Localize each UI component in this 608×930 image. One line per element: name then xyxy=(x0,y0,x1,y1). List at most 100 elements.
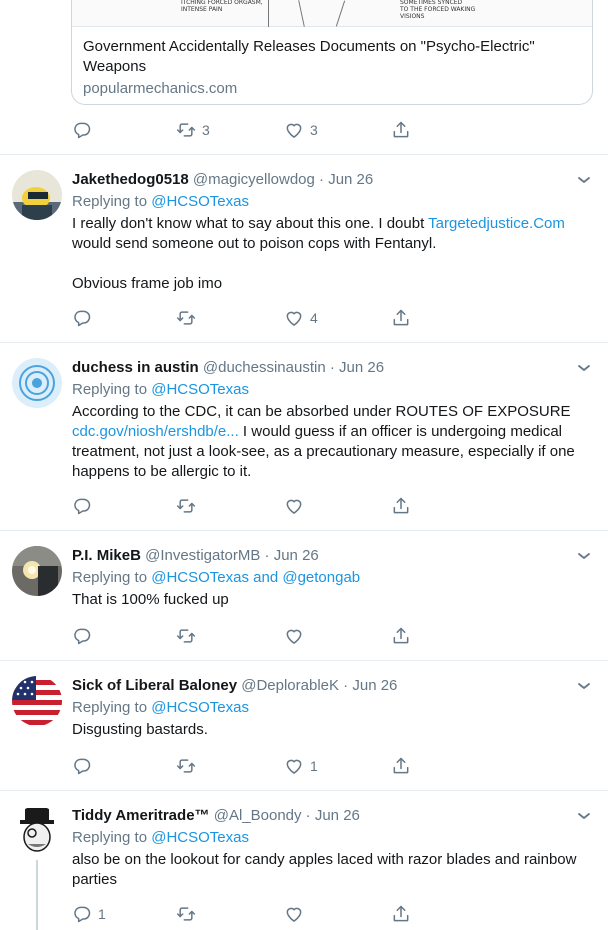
tweet-actions: 1 xyxy=(72,902,412,926)
like-button[interactable]: 3 xyxy=(284,118,318,142)
mention-link[interactable]: @HCSOTexas xyxy=(151,829,249,846)
reply-count: 1 xyxy=(98,906,106,922)
tweet-date[interactable]: Jun 26 xyxy=(352,677,397,694)
separator: · xyxy=(301,807,315,824)
share-button[interactable] xyxy=(391,754,411,778)
mention-link[interactable]: @HCSOTexas xyxy=(151,569,249,586)
separator: · xyxy=(314,171,329,188)
author-handle[interactable]: @DeplorableK xyxy=(241,677,339,694)
avatar[interactable] xyxy=(12,170,62,220)
share-button[interactable] xyxy=(391,306,411,330)
reply-icon xyxy=(72,496,92,516)
retweet-icon xyxy=(176,904,196,924)
reply-button[interactable] xyxy=(72,118,98,142)
author-name[interactable]: Jakethedog0518 xyxy=(72,171,189,188)
reply-button[interactable]: 1 xyxy=(72,902,106,926)
tweet-actions xyxy=(72,624,412,648)
author-name[interactable]: P.I. MikeB xyxy=(72,547,141,564)
mention-link[interactable]: @HCSOTexas xyxy=(151,699,249,716)
card-domain: popularmechanics.com xyxy=(83,80,238,97)
replying-to: Replying to @HCSOTexas xyxy=(72,828,249,848)
tweet-header: Jakethedog0518 @magicyellowdog · Jun 26 xyxy=(72,170,373,190)
tweet-date[interactable]: Jun 26 xyxy=(315,807,360,824)
tweet-header: duchess in austin @duchessinaustin · Jun… xyxy=(72,358,384,378)
like-icon xyxy=(284,756,304,776)
like-button[interactable]: 1 xyxy=(284,754,318,778)
reply-icon xyxy=(72,308,92,328)
tweet-text: Disgusting bastards. xyxy=(72,720,592,740)
chevron-down-icon[interactable] xyxy=(576,808,592,824)
mention-link[interactable]: @getongab xyxy=(282,569,360,586)
avatar[interactable] xyxy=(12,546,62,596)
like-button[interactable] xyxy=(284,902,310,926)
retweet-button[interactable] xyxy=(176,624,202,648)
retweet-button[interactable]: 3 xyxy=(176,118,210,142)
retweet-button[interactable] xyxy=(176,306,202,330)
share-button[interactable] xyxy=(391,118,411,142)
retweet-button[interactable] xyxy=(176,754,202,778)
replying-to: Replying to @HCSOTexas xyxy=(72,192,249,212)
tweet-date[interactable]: Jun 26 xyxy=(274,547,319,564)
replying-label: Replying to xyxy=(72,569,152,586)
tweet-actions: 4 xyxy=(72,306,412,330)
like-button[interactable] xyxy=(284,624,310,648)
reply-button[interactable] xyxy=(72,494,98,518)
tweet-link[interactable]: cdc.gov/niosh/ershdb/e... xyxy=(72,423,239,440)
chevron-down-icon[interactable] xyxy=(576,678,592,694)
share-icon xyxy=(391,496,411,516)
share-button[interactable] xyxy=(391,902,411,926)
author-name[interactable]: Sick of Liberal Baloney xyxy=(72,677,237,694)
like-icon xyxy=(284,904,304,924)
replying-label: Replying to xyxy=(72,193,152,210)
tweet-text-part: According to the CDC, it can be absorbed… xyxy=(72,403,571,420)
share-icon xyxy=(391,120,411,140)
like-icon xyxy=(284,626,304,646)
mention-link[interactable]: @HCSOTexas xyxy=(151,193,249,210)
reply-button[interactable] xyxy=(72,306,98,330)
replying-label: Replying to xyxy=(72,381,152,398)
share-button[interactable] xyxy=(391,624,411,648)
replying-to: Replying to @HCSOTexas xyxy=(72,698,249,718)
mention-link[interactable]: @HCSOTexas xyxy=(151,381,249,398)
card-title[interactable]: Government Accidentally Releases Documen… xyxy=(83,37,580,77)
author-name[interactable]: duchess in austin xyxy=(72,359,199,376)
tweet-link[interactable]: Targetedjustice.Com xyxy=(428,215,565,232)
like-button[interactable] xyxy=(284,494,310,518)
share-icon xyxy=(391,308,411,328)
retweet-icon xyxy=(176,496,196,516)
share-icon xyxy=(391,626,411,646)
tweet-text-part: Obvious frame job imo xyxy=(72,275,223,292)
retweet-icon xyxy=(176,626,196,646)
like-count: 3 xyxy=(310,122,318,138)
replying-conjunction: and xyxy=(248,569,283,586)
author-name[interactable]: Tiddy Ameritrade™ xyxy=(72,807,210,824)
chevron-down-icon[interactable] xyxy=(576,172,592,188)
chevron-down-icon[interactable] xyxy=(576,548,592,564)
divider xyxy=(0,342,608,343)
reply-button[interactable] xyxy=(72,754,98,778)
chevron-down-icon[interactable] xyxy=(576,360,592,376)
like-count: 1 xyxy=(310,758,318,774)
author-handle[interactable]: @magicyellowdog xyxy=(193,171,315,188)
share-button[interactable] xyxy=(391,494,411,518)
like-button[interactable]: 4 xyxy=(284,306,318,330)
reply-icon xyxy=(72,756,92,776)
like-icon xyxy=(284,496,304,516)
like-icon xyxy=(284,308,304,328)
link-card[interactable]: ITCHING FORCED ORGASM, INTENSE PAIN SOME… xyxy=(71,0,593,105)
author-handle[interactable]: @duchessinaustin xyxy=(203,359,326,376)
avatar[interactable] xyxy=(12,806,62,856)
retweet-icon xyxy=(176,308,196,328)
tweet-date[interactable]: Jun 26 xyxy=(339,359,384,376)
avatar[interactable] xyxy=(12,676,62,726)
reply-button[interactable] xyxy=(72,624,98,648)
author-handle[interactable]: @Al_Boondy xyxy=(214,807,302,824)
tweet-date[interactable]: Jun 26 xyxy=(328,171,373,188)
thread-line xyxy=(36,860,38,930)
author-handle[interactable]: @InvestigatorMB xyxy=(145,547,260,564)
retweet-button[interactable] xyxy=(176,494,202,518)
retweet-button[interactable] xyxy=(176,902,202,926)
separator: · xyxy=(260,547,274,564)
avatar[interactable] xyxy=(12,358,62,408)
tweet-text: I really don't know what to say about th… xyxy=(72,214,592,294)
